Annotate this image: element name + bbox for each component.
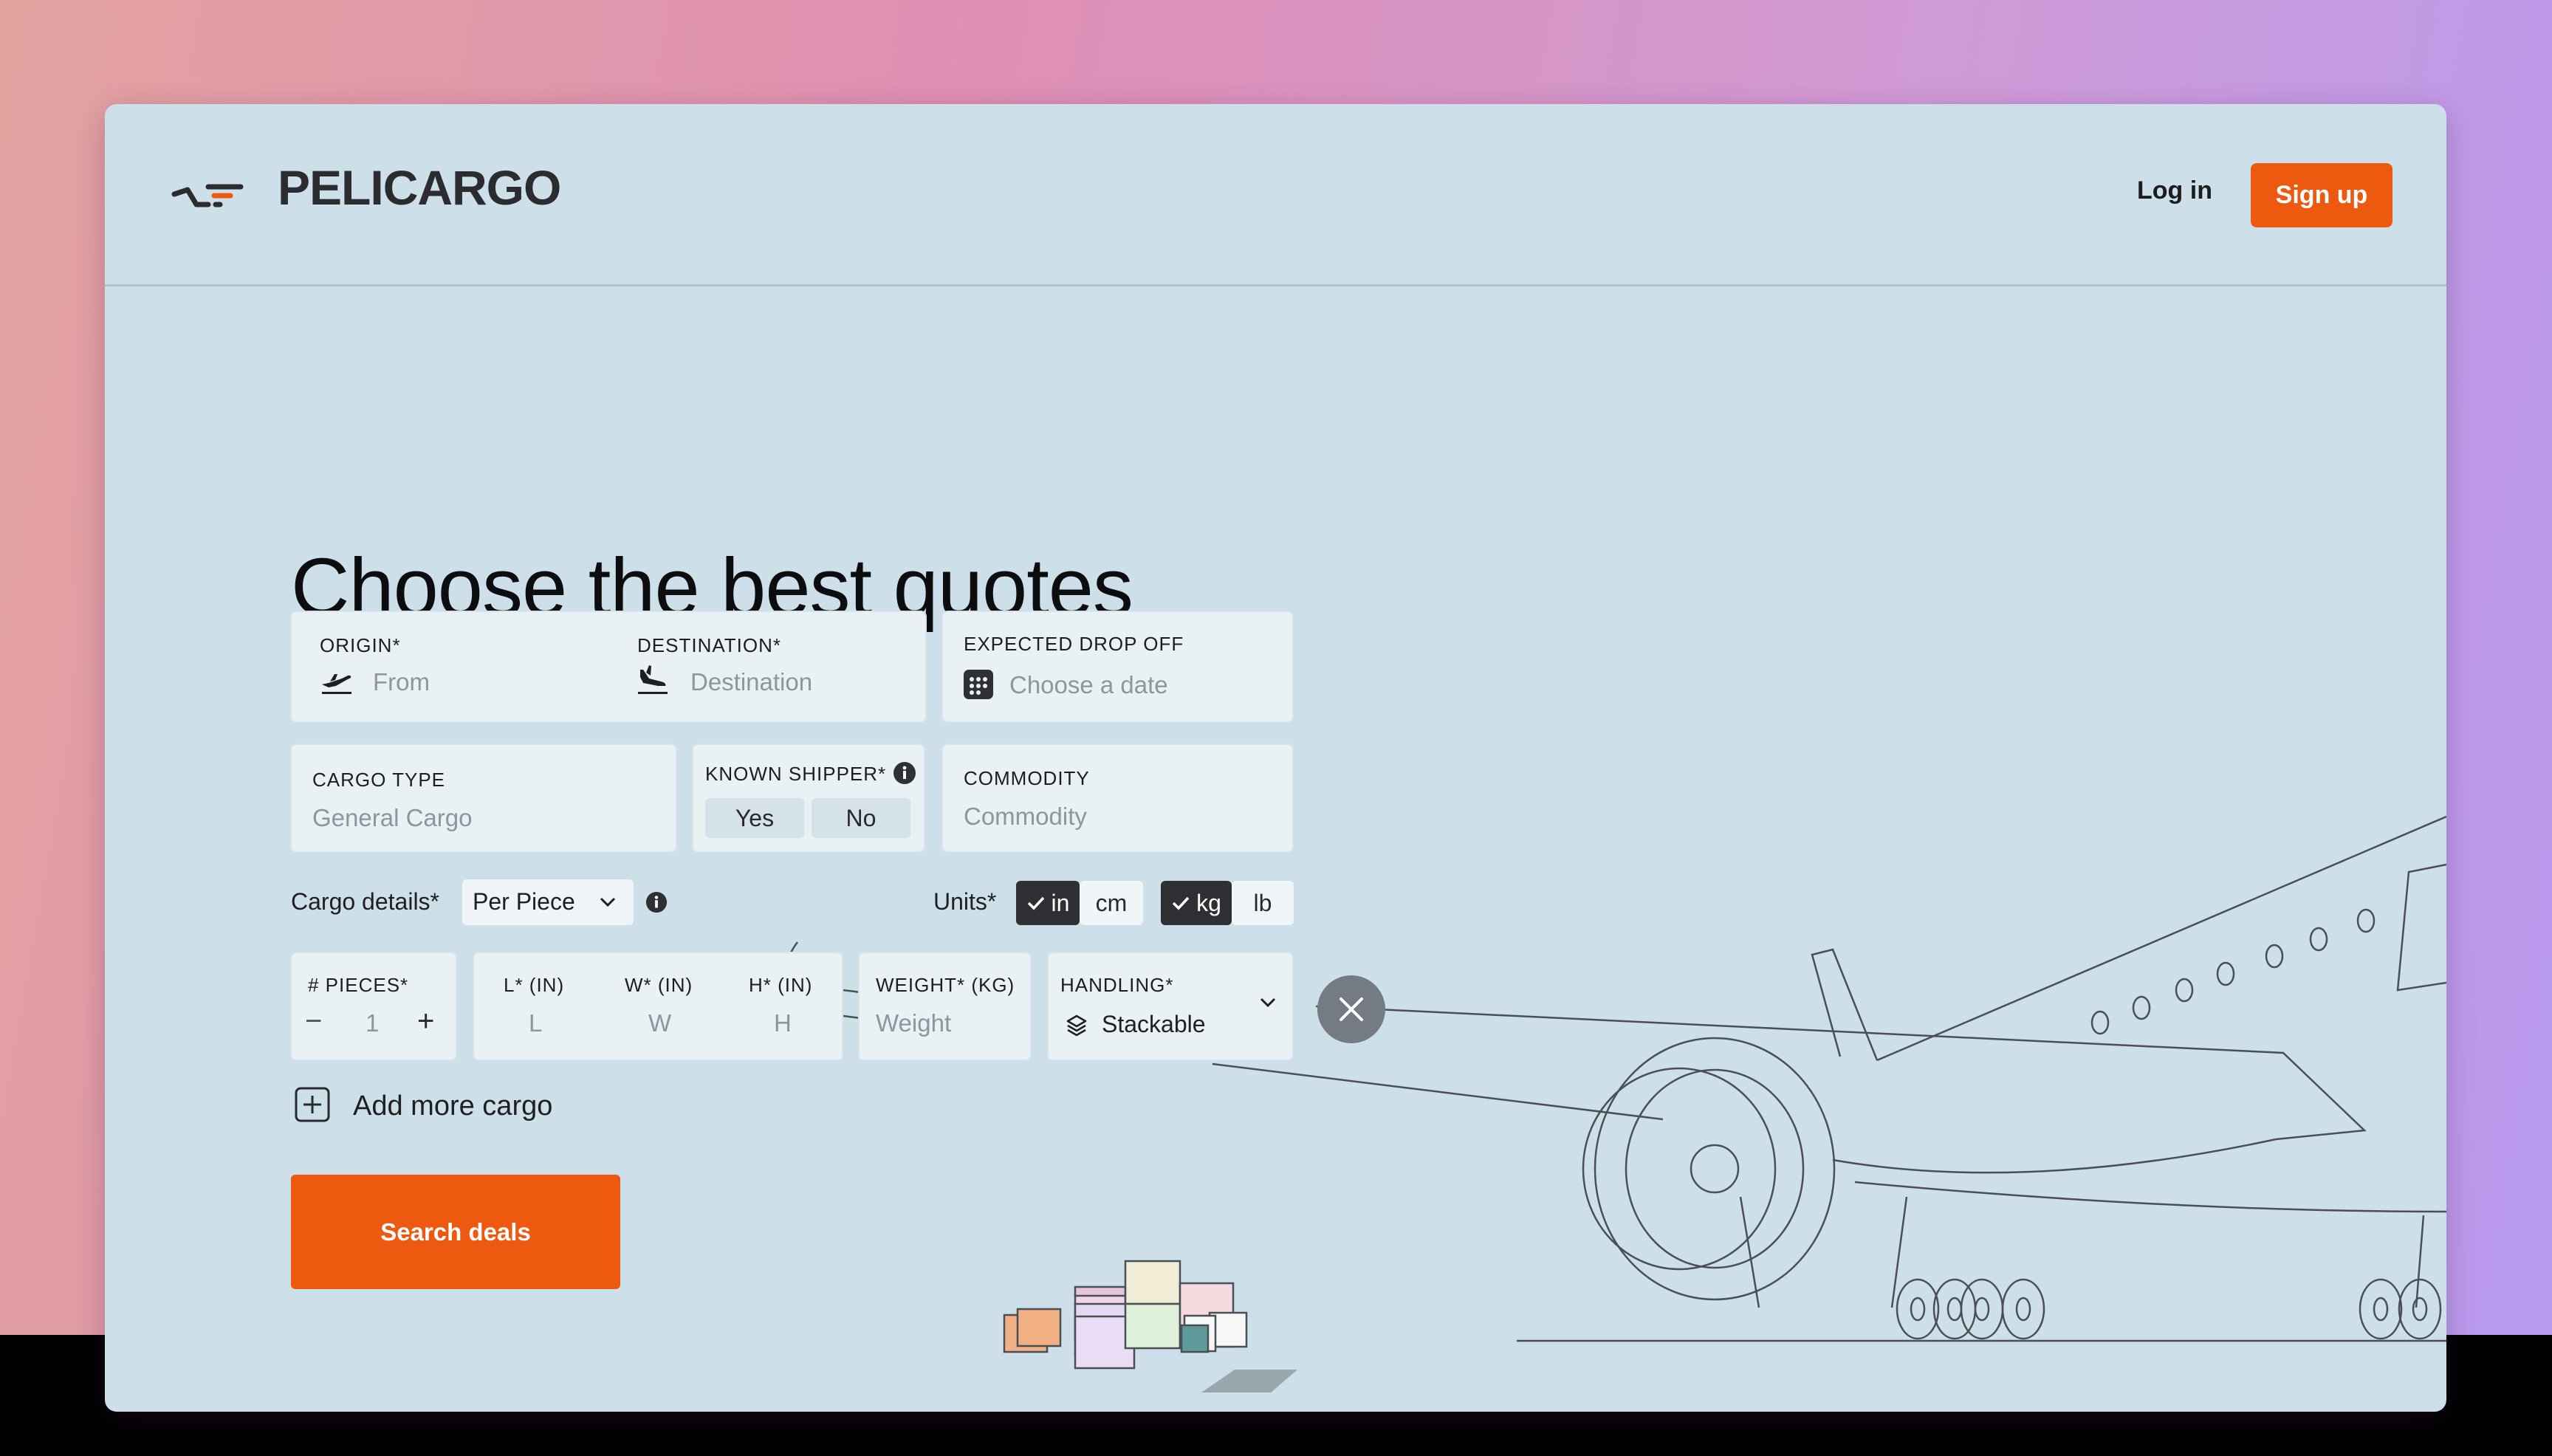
cargo-details-select[interactable]: Per Piece bbox=[462, 879, 634, 925]
handling-card[interactable]: HANDLING* Stackable bbox=[1047, 952, 1294, 1061]
layers-icon bbox=[1066, 1014, 1087, 1037]
pieces-increment-button[interactable]: + bbox=[417, 1005, 434, 1038]
chevron-down-icon bbox=[1260, 997, 1276, 1008]
signup-button[interactable]: Sign up bbox=[2251, 163, 2392, 227]
header: PELICARGO Log in Sign up bbox=[105, 104, 2446, 286]
length-label: L* (IN) bbox=[504, 974, 565, 996]
cargo-details-label: Cargo details* bbox=[291, 888, 439, 915]
pieces-input[interactable]: 1 bbox=[366, 1009, 379, 1037]
origin-input[interactable]: From bbox=[373, 668, 430, 696]
weight-input[interactable]: Weight bbox=[876, 1009, 951, 1037]
pieces-decrement-button[interactable]: − bbox=[305, 1005, 322, 1038]
brand-name: PELICARGO bbox=[278, 160, 561, 215]
origin-label: ORIGIN* bbox=[320, 634, 401, 656]
drop-off-date-input[interactable]: Choose a date bbox=[1009, 671, 1168, 699]
check-icon bbox=[1027, 896, 1044, 910]
info-icon[interactable] bbox=[645, 891, 668, 913]
info-icon[interactable] bbox=[893, 761, 916, 785]
route-card: ORIGIN* From DESTINATION* Destination bbox=[290, 611, 927, 723]
unit-length-cm[interactable]: cm bbox=[1080, 881, 1143, 925]
pieces-label: # PIECES* bbox=[308, 974, 409, 996]
known-shipper-yes[interactable]: Yes bbox=[705, 798, 804, 838]
cargo-type-card[interactable]: CARGO TYPE General Cargo bbox=[290, 744, 677, 853]
plane-takeoff-icon bbox=[322, 674, 351, 694]
plane-landing-icon bbox=[638, 665, 668, 694]
remove-cargo-button[interactable] bbox=[1317, 975, 1385, 1043]
commodity-card[interactable]: COMMODITY Commodity bbox=[941, 744, 1294, 853]
known-shipper-label: KNOWN SHIPPER* bbox=[705, 763, 887, 785]
commodity-input[interactable]: Commodity bbox=[964, 803, 1087, 831]
known-shipper-no[interactable]: No bbox=[812, 798, 910, 838]
length-input[interactable]: L bbox=[529, 1009, 542, 1037]
handling-value: Stackable bbox=[1102, 1011, 1206, 1037]
dimensions-card: L* (IN) W* (IN) H* (IN) L W H bbox=[473, 952, 843, 1061]
calendar-icon bbox=[964, 670, 993, 699]
handling-label: HANDLING* bbox=[1060, 974, 1174, 996]
weight-label: WEIGHT* (KG) bbox=[876, 974, 1015, 996]
height-input[interactable]: H bbox=[774, 1009, 792, 1037]
cargo-type-label: CARGO TYPE bbox=[312, 769, 446, 791]
width-label: W* (IN) bbox=[625, 974, 693, 996]
add-more-cargo-link[interactable]: Add more cargo bbox=[353, 1091, 552, 1122]
check-icon bbox=[1172, 896, 1190, 910]
drop-off-card[interactable]: EXPECTED DROP OFF Choose a date bbox=[941, 611, 1294, 723]
cargo-details-value: Per Piece bbox=[473, 888, 575, 915]
drop-off-label: EXPECTED DROP OFF bbox=[964, 633, 1184, 655]
close-icon bbox=[1340, 997, 1363, 1021]
logo-mark bbox=[171, 184, 244, 207]
unit-weight-kg[interactable]: kg bbox=[1161, 881, 1232, 925]
search-deals-button[interactable]: Search deals bbox=[291, 1175, 620, 1289]
unit-weight-kg-label: kg bbox=[1196, 889, 1221, 916]
unit-length-in[interactable]: in bbox=[1016, 881, 1080, 925]
known-shipper-card: KNOWN SHIPPER* Yes No bbox=[692, 744, 925, 853]
weight-card: WEIGHT* (KG) Weight bbox=[858, 952, 1032, 1061]
login-button[interactable]: Log in bbox=[2137, 176, 2212, 205]
unit-length-in-label: in bbox=[1051, 889, 1070, 916]
height-label: H* (IN) bbox=[749, 974, 813, 996]
plus-square-icon[interactable] bbox=[294, 1086, 331, 1123]
commodity-label: COMMODITY bbox=[964, 767, 1090, 789]
destination-input[interactable]: Destination bbox=[690, 668, 812, 696]
width-input[interactable]: W bbox=[648, 1009, 671, 1037]
destination-label: DESTINATION* bbox=[637, 634, 781, 656]
units-label: Units* bbox=[933, 888, 997, 915]
chevron-down-icon bbox=[600, 897, 616, 907]
pieces-card: # PIECES* − 1 + bbox=[290, 952, 457, 1061]
unit-weight-lb[interactable]: lb bbox=[1232, 881, 1294, 925]
cargo-type-input[interactable]: General Cargo bbox=[312, 804, 472, 832]
app-window: PELICARGO Log in Sign up Choose the best… bbox=[105, 104, 2446, 1412]
